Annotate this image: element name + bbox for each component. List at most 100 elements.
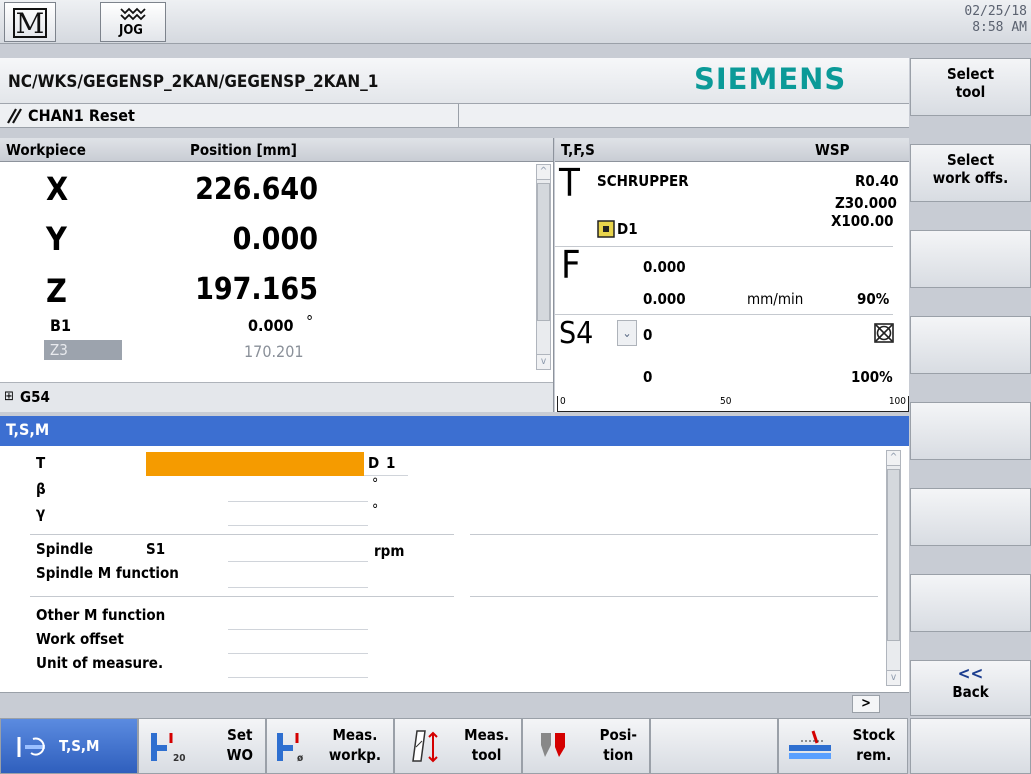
tool-z-offset: Z30.000	[835, 194, 897, 212]
jog-label: JOG	[119, 23, 143, 38]
next-page-icon[interactable]: >	[852, 695, 880, 713]
select-tool-button[interactable]: Select tool	[910, 58, 1031, 116]
spindle-speed-input[interactable]	[228, 538, 368, 562]
form-scroll-down-icon[interactable]: v	[886, 670, 901, 686]
position-panel: Workpiece Position [mm] X 226.640 Y 0.00…	[0, 138, 554, 412]
other-m-label: Other M function	[36, 606, 166, 624]
spindle-select[interactable]: S1	[146, 540, 165, 558]
scroll-down-icon[interactable]: v	[536, 354, 551, 370]
beta-input[interactable]	[228, 478, 368, 502]
form-scroll-up-icon[interactable]: ^	[886, 450, 901, 466]
vertical-softkey-7[interactable]	[910, 574, 1031, 632]
status-bar: M JOG 02/25/18 8:58 AM	[0, 0, 1031, 44]
machine-mode-icon: M	[4, 2, 56, 42]
stock-removal-icon	[789, 730, 831, 759]
beta-label: β	[36, 480, 46, 498]
jog-icon	[120, 7, 146, 21]
position-header: Position [mm]	[190, 141, 297, 159]
tsm-form: T D 1 β ° γ ° Spindle S1 rpm Spindle M f…	[0, 446, 909, 692]
scale-50: 50	[720, 396, 732, 407]
unit-label: Unit of measure.	[36, 654, 164, 672]
tfs-panel-header: T,F,S WSP	[555, 138, 909, 162]
spindle-field-label: Spindle	[36, 540, 94, 558]
axis-y-value: 0.000	[232, 222, 318, 257]
axis-z3-value: 170.201	[244, 342, 304, 361]
gamma-input[interactable]	[228, 502, 368, 526]
vertical-softkey-4[interactable]	[910, 316, 1031, 374]
tool-x-offset: X100.00	[831, 212, 894, 230]
axis-b1-value: 0.000	[248, 316, 294, 335]
tool-input[interactable]	[146, 452, 364, 476]
datetime: 02/25/18 8:58 AM	[964, 4, 1027, 36]
axis-x-label: X	[46, 170, 69, 208]
wsp-label: WSP	[815, 141, 850, 159]
vertical-softkey-3[interactable]	[910, 230, 1031, 288]
stock-removal-softkey[interactable]: Stock rem.	[778, 718, 908, 774]
channel-status-bar: CHAN1 Reset	[0, 104, 909, 128]
work-offset-row: ⊞ G54	[0, 382, 553, 412]
spindle-m-input[interactable]	[228, 564, 368, 588]
tsm-softkey[interactable]: T,S,M	[0, 718, 138, 774]
feed-override: 90%	[857, 290, 890, 308]
scroll-up-icon[interactable]: ^	[536, 164, 551, 180]
unit-input[interactable]	[228, 654, 368, 678]
scroll-thumb[interactable]	[537, 183, 550, 321]
set-wo-icon: 20	[151, 733, 186, 764]
select-work-offset-button[interactable]: Select work offs.	[910, 144, 1031, 202]
tsm-icon	[17, 737, 45, 757]
channel-status: CHAN1 Reset	[28, 106, 135, 125]
tfs-title: T,F,S	[561, 141, 595, 159]
measure-tool-icon	[412, 730, 438, 763]
position-scrollbar[interactable]: ^ v	[536, 164, 551, 370]
scale-100: 100	[888, 396, 906, 407]
gamma-label: γ	[36, 504, 46, 522]
axis-b1-label: B1	[50, 316, 71, 335]
axis-z-label: Z	[46, 272, 67, 310]
spindle-scale: 0 50 100	[557, 396, 909, 412]
tool-radius: R0.40	[855, 172, 899, 190]
spindle-unit: rpm	[374, 542, 405, 560]
tool-field-label: T	[36, 454, 46, 472]
position-panel-header: Workpiece Position [mm]	[0, 138, 553, 162]
horizontal-softkey-8[interactable]	[910, 718, 1031, 774]
tool-t-letter: T	[559, 161, 580, 205]
set-wo-softkey[interactable]: 20 Set WO	[138, 718, 266, 774]
d-field[interactable]: D 1	[364, 452, 408, 476]
horizontal-softkey-6[interactable]	[650, 718, 778, 774]
position-softkey[interactable]: Posi-tion	[522, 718, 650, 774]
axis-y-label: Y	[46, 220, 67, 258]
back-chevron-icon: <<	[957, 664, 984, 684]
spindle-label: S4	[559, 316, 594, 351]
svg-text:M: M	[16, 7, 45, 40]
spindle-set: 0	[643, 326, 653, 344]
d-number: D1	[617, 220, 638, 238]
spindle-dropdown-icon[interactable]: ⌄	[617, 320, 637, 346]
cutting-edge-icon	[597, 220, 615, 238]
feed-actual: 0.000	[643, 290, 686, 308]
measure-workpiece-softkey[interactable]: ø Meas. workp.	[266, 718, 394, 774]
form-scroll-thumb[interactable]	[887, 469, 900, 641]
d-value: 1	[386, 454, 396, 472]
work-offset-value: G54	[20, 388, 50, 406]
beta-unit: °	[372, 476, 379, 492]
measure-tool-softkey[interactable]: Meas. tool	[394, 718, 522, 774]
form-footer: >	[0, 692, 909, 714]
tfs-panel: T,F,S WSP T SCHRUPPER R0.40 Z30.000 X100…	[555, 138, 909, 412]
other-m-input[interactable]	[228, 606, 368, 630]
work-offset-icon: ⊞	[4, 389, 14, 404]
back-button[interactable]: << Back	[910, 660, 1031, 716]
measure-workpiece-icon: ø	[277, 733, 303, 764]
axis-z3-label: Z3	[50, 341, 68, 359]
spindle-stop-icon	[874, 323, 894, 343]
tool-name: SCHRUPPER	[597, 172, 689, 190]
vertical-softkey-5[interactable]	[910, 402, 1031, 460]
work-offset-input[interactable]	[228, 630, 368, 654]
vertical-softkey-6[interactable]	[910, 488, 1031, 546]
reset-slash-icon	[7, 108, 22, 124]
program-path: NC/WKS/GEGENSP_2KAN/GEGENSP_2KAN_1	[8, 72, 379, 92]
axis-z3-highlight: Z3	[44, 340, 122, 360]
feed-f-letter: F	[561, 243, 581, 287]
time: 8:58 AM	[972, 20, 1027, 35]
spindle-m-label: Spindle M function	[36, 564, 179, 582]
form-scrollbar[interactable]: ^ v	[886, 450, 901, 686]
